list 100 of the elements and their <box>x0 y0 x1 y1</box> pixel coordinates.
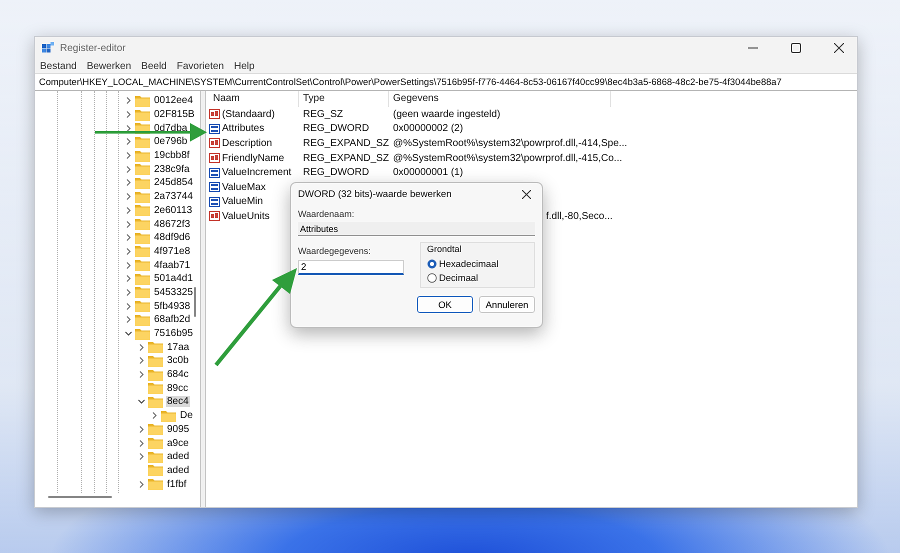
value-type: REG_EXPAND_SZ <box>302 138 389 149</box>
chevron-right-icon[interactable] <box>124 137 133 146</box>
binary-value-icon <box>209 124 220 134</box>
menu-item[interactable]: Bewerken <box>86 60 132 72</box>
chevron-right-icon[interactable] <box>124 260 133 270</box>
chevron-right-icon[interactable] <box>137 424 146 434</box>
tree-item[interactable]: 0012ee4 <box>153 95 194 106</box>
tree-item[interactable]: 3c0b <box>166 355 190 366</box>
tree-item[interactable]: 238c9fa <box>153 164 191 175</box>
tree-item[interactable]: De <box>179 410 194 422</box>
value-type: REG_EXPAND_SZ <box>302 152 389 164</box>
dialog-button[interactable]: OK <box>417 296 473 313</box>
tree-item[interactable]: 89cc <box>166 382 190 394</box>
value-name[interactable]: Attributes <box>222 123 264 134</box>
chevron-right-icon[interactable] <box>124 315 133 324</box>
tree-item[interactable]: 501a4d1 <box>153 273 194 284</box>
radio-label[interactable]: Decimaal <box>439 272 478 283</box>
tree-item[interactable]: 8ec4 <box>166 396 190 408</box>
chevron-right-icon[interactable] <box>124 288 133 297</box>
tree-item[interactable]: 19cbb8f <box>153 150 191 162</box>
folder-icon <box>148 450 163 463</box>
chevron-right-icon[interactable] <box>124 96 133 106</box>
binary-value-icon <box>209 168 220 178</box>
folder-icon <box>135 272 150 285</box>
radio-button[interactable] <box>427 258 437 268</box>
scrollbar-thumb[interactable] <box>48 496 112 498</box>
column-header[interactable]: Gegevens <box>389 91 611 107</box>
value-data-field[interactable]: 2 <box>298 260 404 275</box>
tree-item[interactable]: 2a73744 <box>153 191 194 202</box>
radio-button[interactable] <box>427 272 437 282</box>
value-name[interactable]: ValueIncrement <box>222 167 292 178</box>
chevron-right-icon[interactable] <box>137 342 146 352</box>
folder-icon <box>135 232 150 244</box>
close-icon[interactable] <box>834 43 844 53</box>
chevron-right-icon[interactable] <box>124 110 133 120</box>
chevron-right-icon[interactable] <box>137 356 146 366</box>
tree-item[interactable]: 17aa <box>166 342 190 353</box>
chevron-right-icon[interactable] <box>137 452 146 462</box>
chevron-down-icon[interactable] <box>137 397 146 406</box>
chevron-right-icon[interactable] <box>137 438 146 448</box>
tree-item[interactable]: 5fb4938 <box>153 300 192 312</box>
value-name[interactable]: ValueUnits <box>222 210 270 222</box>
value-type: REG_DWORD <box>302 167 370 178</box>
chevron-right-icon[interactable] <box>150 411 159 420</box>
tree-item[interactable]: 9095 <box>166 424 190 435</box>
tree-item[interactable]: 684c <box>166 369 190 380</box>
chevron-right-icon[interactable] <box>124 246 133 256</box>
value-name-field[interactable]: Attributes <box>298 222 535 236</box>
chevron-right-icon[interactable] <box>124 124 133 133</box>
chevron-right-icon[interactable] <box>124 151 133 160</box>
binary-value-icon <box>209 196 220 207</box>
chevron-right-icon[interactable] <box>124 233 133 242</box>
menu-item[interactable]: Help <box>234 60 255 72</box>
tree-item[interactable]: 02F815B <box>153 109 196 120</box>
tree-item[interactable]: 4f971e8 <box>153 246 192 257</box>
tree-item[interactable]: a9ce <box>166 438 190 449</box>
column-header[interactable]: Type <box>299 91 389 107</box>
close-icon[interactable] <box>522 190 530 198</box>
tree-item[interactable]: 48df9d6 <box>153 232 192 244</box>
tree-item[interactable]: f1fbf <box>166 478 188 490</box>
tree-item[interactable]: aded <box>166 451 190 462</box>
chevron-right-icon[interactable] <box>124 164 133 174</box>
column-header[interactable]: Naam <box>209 91 299 107</box>
folder-icon <box>135 218 150 230</box>
tree-item[interactable]: 5453325 <box>153 286 194 298</box>
tree-item[interactable]: 7516b95 <box>153 328 194 340</box>
tree-item[interactable]: 245d854 <box>153 177 194 188</box>
scrollbar-thumb[interactable] <box>194 287 196 317</box>
value-name[interactable]: (Standaard) <box>222 108 275 120</box>
maximize-icon[interactable] <box>790 43 800 53</box>
chevron-right-icon[interactable] <box>137 480 146 489</box>
tree-item[interactable]: aded <box>166 464 190 476</box>
chevron-right-icon[interactable] <box>124 192 133 202</box>
value-name[interactable]: ValueMax <box>222 182 266 193</box>
chevron-down-icon[interactable] <box>124 329 133 338</box>
tree-item[interactable]: 0e796b <box>153 136 188 148</box>
chevron-right-icon[interactable] <box>124 178 133 188</box>
tree-item[interactable]: 68afb2d <box>153 314 192 326</box>
chevron-right-icon[interactable] <box>137 370 146 380</box>
value-name[interactable]: FriendlyName <box>222 152 284 164</box>
chevron-right-icon[interactable] <box>124 206 133 215</box>
dialog-button[interactable]: Annuleren <box>479 296 535 313</box>
string-value-icon <box>209 138 220 148</box>
tree-item[interactable]: 4faab71 <box>153 260 192 271</box>
tree-item[interactable]: 2e60113 <box>153 204 194 216</box>
chevron-right-icon[interactable] <box>124 274 133 284</box>
radio-label[interactable]: Hexadecimaal <box>439 258 498 269</box>
dialog-title: DWORD (32 bits)-waarde bewerken <box>298 188 452 200</box>
folder-icon <box>148 464 163 476</box>
tree-item[interactable]: 48672f3 <box>153 218 192 230</box>
address-bar[interactable]: Computer\HKEY_LOCAL_MACHINE\SYSTEM\CurrentControlSet\Control\Power\PowerSettings\7516b95f-f776-4464-8c53-06167f40cc99\8ec4b3a5-6868-48c2-be75-4f3044be88a7 <box>35 73 857 91</box>
menu-item[interactable]: Favorieten <box>176 60 224 72</box>
value-name[interactable]: Description <box>222 138 272 149</box>
minimize-icon[interactable] <box>748 47 758 49</box>
menu-item[interactable]: Bestand <box>40 60 77 72</box>
chevron-right-icon[interactable] <box>124 302 133 311</box>
menu-item[interactable]: Beeld <box>141 60 167 72</box>
chevron-right-icon[interactable] <box>124 220 133 229</box>
tree-item[interactable]: 0d7dba <box>153 122 188 134</box>
value-name[interactable]: ValueMin <box>222 196 263 208</box>
